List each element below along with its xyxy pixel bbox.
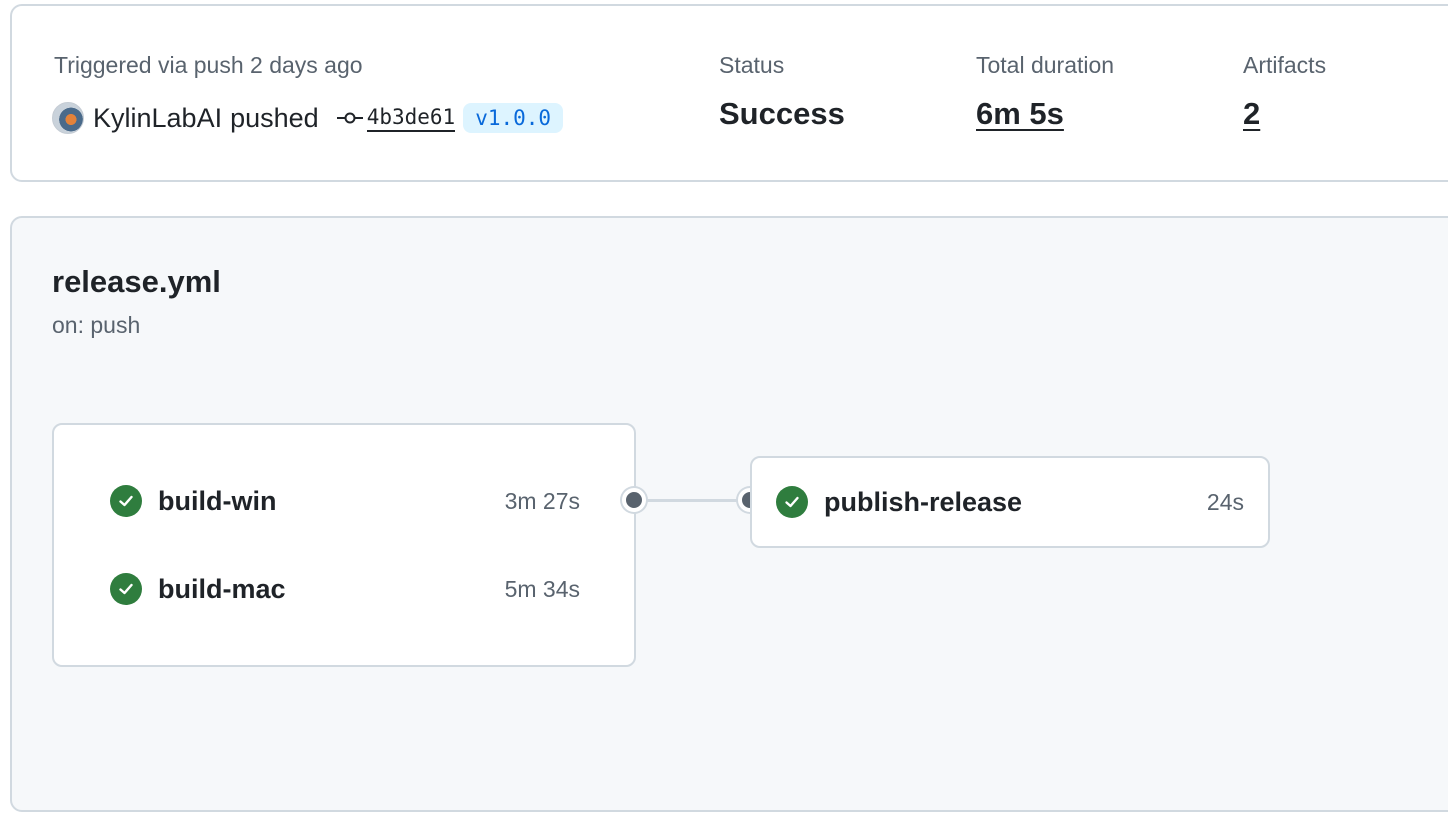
connector-out-dot — [622, 488, 646, 512]
workflow-trigger: on: push — [52, 312, 141, 338]
trigger-description: Triggered via push 2 days ago — [54, 52, 363, 78]
check-circle-icon — [110, 485, 142, 517]
job-row-publish-release: publish-release 24s — [776, 484, 1244, 520]
git-commit-icon — [336, 112, 363, 124]
run-summary-card: Triggered via push 2 days ago KylinLabAI… — [10, 4, 1448, 182]
actor-link[interactable]: KylinLabAI — [93, 103, 222, 134]
commit-sha-link[interactable]: 4b3de61 — [366, 104, 456, 132]
check-circle-icon — [110, 573, 142, 605]
action-text: pushed — [230, 102, 319, 133]
job-name: build-win — [158, 485, 277, 516]
status-label: Status — [719, 52, 785, 78]
workflow-file-name[interactable]: release.yml — [52, 264, 221, 300]
job-name: build-mac — [158, 573, 286, 604]
pusher-row: KylinLabAI pushed 4b3de61 v1.0.0 — [52, 100, 564, 136]
job-build-win[interactable]: build-win 3m 27s — [110, 483, 580, 519]
job-build-mac[interactable]: build-mac 5m 34s — [110, 571, 580, 607]
total-duration-link[interactable]: 6m 5s — [976, 96, 1064, 132]
tag-badge[interactable]: v1.0.0 — [463, 103, 564, 133]
artifacts-count-link[interactable]: 2 — [1243, 96, 1260, 132]
job-publish-release[interactable]: publish-release 24s — [750, 456, 1270, 548]
job-duration: 24s — [1206, 488, 1244, 515]
build-job-group: build-win 3m 27s build-mac 5m 34s — [52, 423, 636, 667]
avatar[interactable] — [52, 102, 84, 134]
job-duration: 3m 27s — [504, 487, 580, 514]
status-value: Success — [719, 96, 845, 131]
artifacts-label: Artifacts — [1243, 52, 1327, 78]
check-circle-icon — [776, 486, 808, 518]
total-duration-label: Total duration — [976, 52, 1115, 78]
workflow-graph-card: release.yml on: push build-win 3m 27s bu… — [10, 216, 1448, 812]
job-name: publish-release — [824, 486, 1023, 517]
job-duration: 5m 34s — [504, 575, 580, 602]
